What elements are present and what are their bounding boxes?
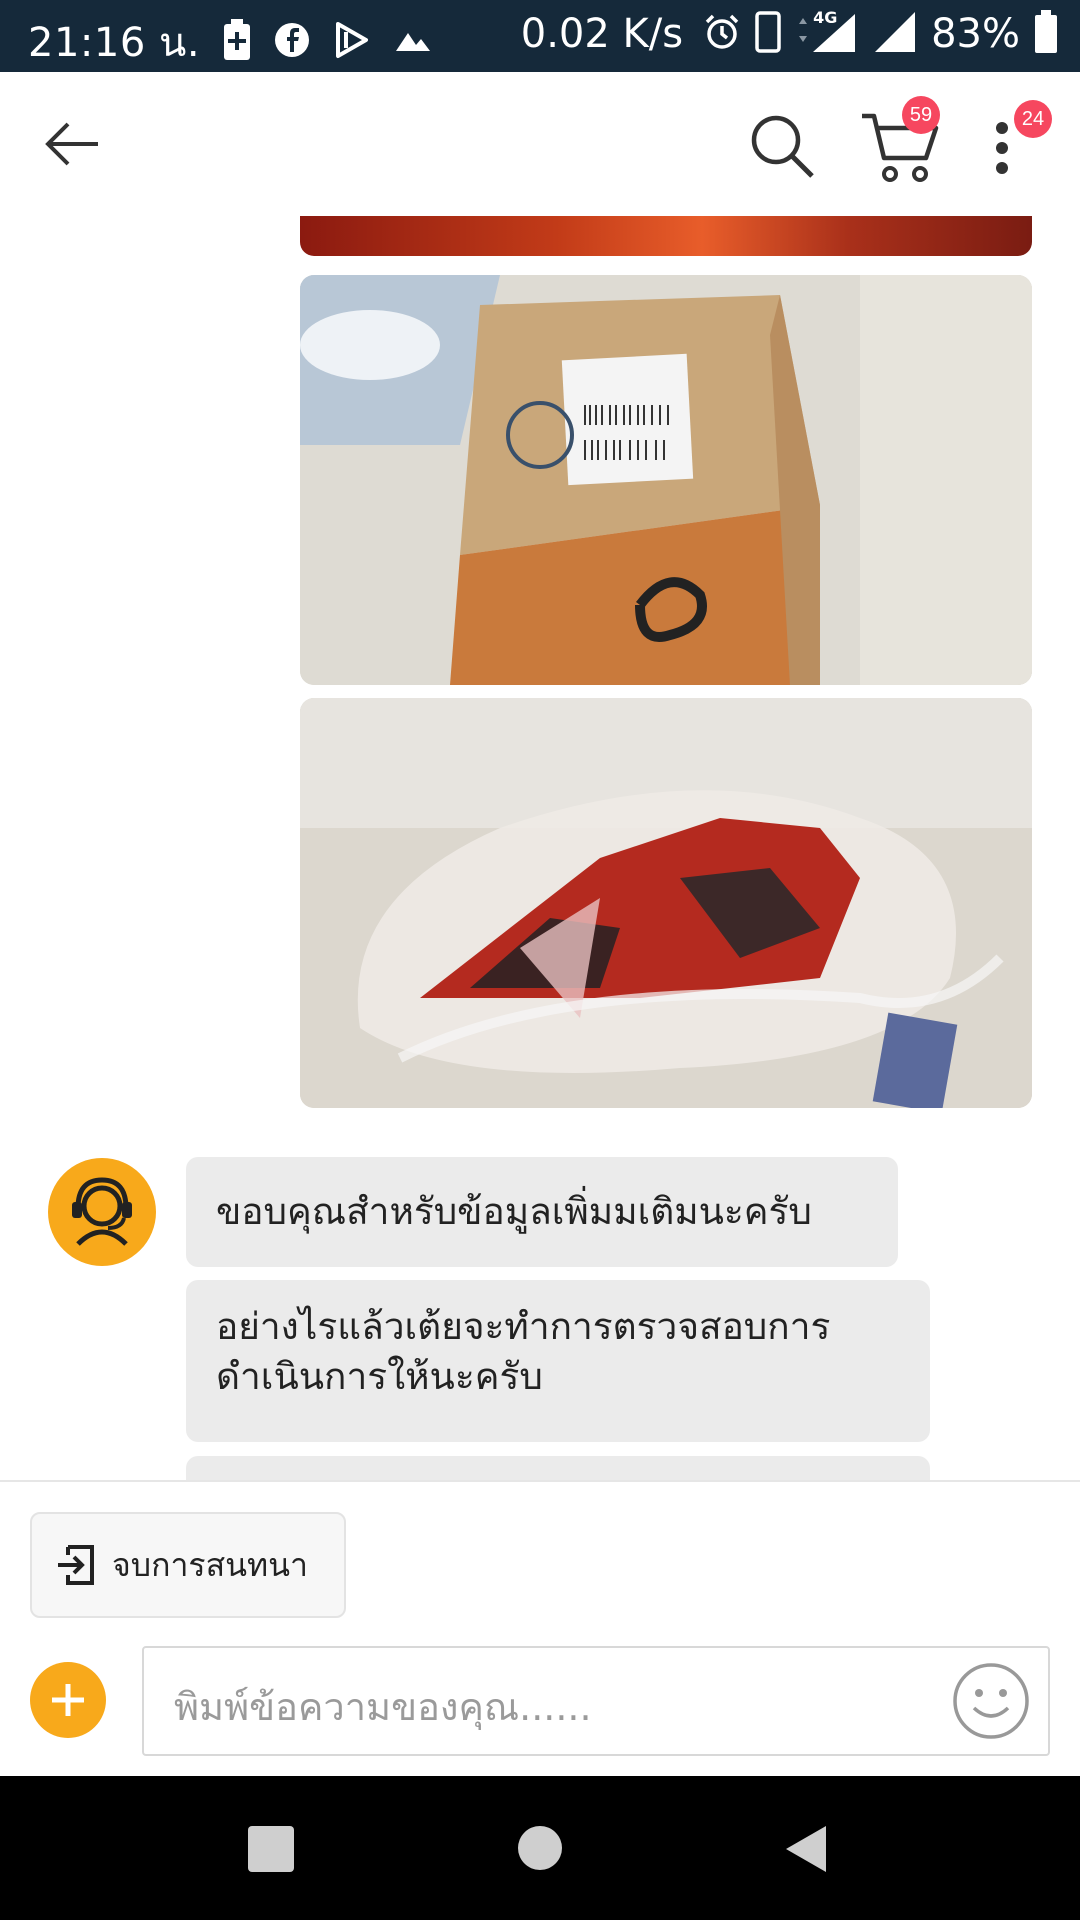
alarm-icon bbox=[703, 13, 741, 55]
cart-count-badge: 59 bbox=[902, 96, 940, 134]
end-chat-label: จบการสนทนา bbox=[112, 1545, 308, 1584]
battery-saver-icon bbox=[222, 18, 252, 66]
parcel-box-photo bbox=[300, 275, 1032, 685]
facebook-icon bbox=[274, 22, 310, 62]
add-attachment-button[interactable] bbox=[30, 1662, 106, 1738]
exit-icon bbox=[58, 1545, 94, 1585]
agent-avatar bbox=[48, 1158, 156, 1266]
message-bubble: อย่างไรแล้วเต้ยจะทำการตรวจสอบการดำเนินกา… bbox=[186, 1280, 930, 1442]
play-store-icon bbox=[332, 20, 372, 64]
more-options-button[interactable]: 24 bbox=[988, 100, 1052, 182]
message-image[interactable] bbox=[300, 698, 1032, 1108]
message-image[interactable] bbox=[300, 216, 1032, 256]
customer-service-icon bbox=[72, 1177, 132, 1246]
cart-button[interactable]: 59 bbox=[860, 96, 940, 182]
message-input-placeholder: พิมพ์ข้อความของคุณ...... bbox=[174, 1685, 592, 1729]
emoji-button[interactable] bbox=[950, 1660, 1032, 1742]
phone-icon bbox=[755, 11, 781, 57]
back-arrow-icon bbox=[45, 122, 98, 166]
message-composer: จบการสนทนา พิมพ์ข้อความของคุณ...... bbox=[0, 1480, 1080, 1776]
image-icon bbox=[394, 27, 432, 57]
notification-count-badge: 24 bbox=[1014, 100, 1052, 138]
status-bar: 21:16 น. 0.02 K/s 4G 83% bbox=[0, 0, 1080, 72]
message-bubble bbox=[186, 1456, 930, 1480]
back-triangle-icon bbox=[786, 1826, 826, 1872]
signal-4g-icon: 4G bbox=[795, 8, 859, 58]
plastic-bag-photo bbox=[300, 698, 1032, 1108]
battery-level: 83% bbox=[931, 11, 1020, 57]
message-image[interactable] bbox=[300, 275, 1032, 685]
message-input[interactable]: พิมพ์ข้อความของคุณ...... bbox=[142, 1646, 1050, 1756]
end-chat-button[interactable]: จบการสนทนา bbox=[30, 1512, 346, 1618]
more-vert-icon bbox=[996, 122, 1008, 174]
emoji-smile-icon bbox=[953, 1663, 1029, 1739]
search-icon bbox=[751, 115, 814, 178]
network-type: 4G bbox=[813, 8, 838, 27]
home-button[interactable] bbox=[518, 1826, 562, 1870]
system-back-button[interactable] bbox=[782, 1824, 830, 1874]
battery-icon bbox=[1034, 10, 1058, 58]
chat-area[interactable]: ขอบคุณสำหรับข้อมูลเพิ่มมเติมนะครับ อย่าง… bbox=[0, 216, 1080, 1480]
app-bar: 59 24 bbox=[0, 72, 1080, 216]
plus-icon bbox=[52, 1684, 84, 1716]
system-nav-bar bbox=[0, 1776, 1080, 1920]
message-bubble: ขอบคุณสำหรับข้อมูลเพิ่มมเติมนะครับ bbox=[186, 1157, 898, 1267]
recent-apps-button[interactable] bbox=[248, 1826, 294, 1872]
signal-icon bbox=[873, 10, 917, 58]
back-button[interactable] bbox=[40, 112, 104, 176]
search-button[interactable] bbox=[748, 112, 816, 180]
status-time: 21:16 น. bbox=[28, 20, 201, 66]
network-speed: 0.02 K/s bbox=[520, 11, 684, 57]
